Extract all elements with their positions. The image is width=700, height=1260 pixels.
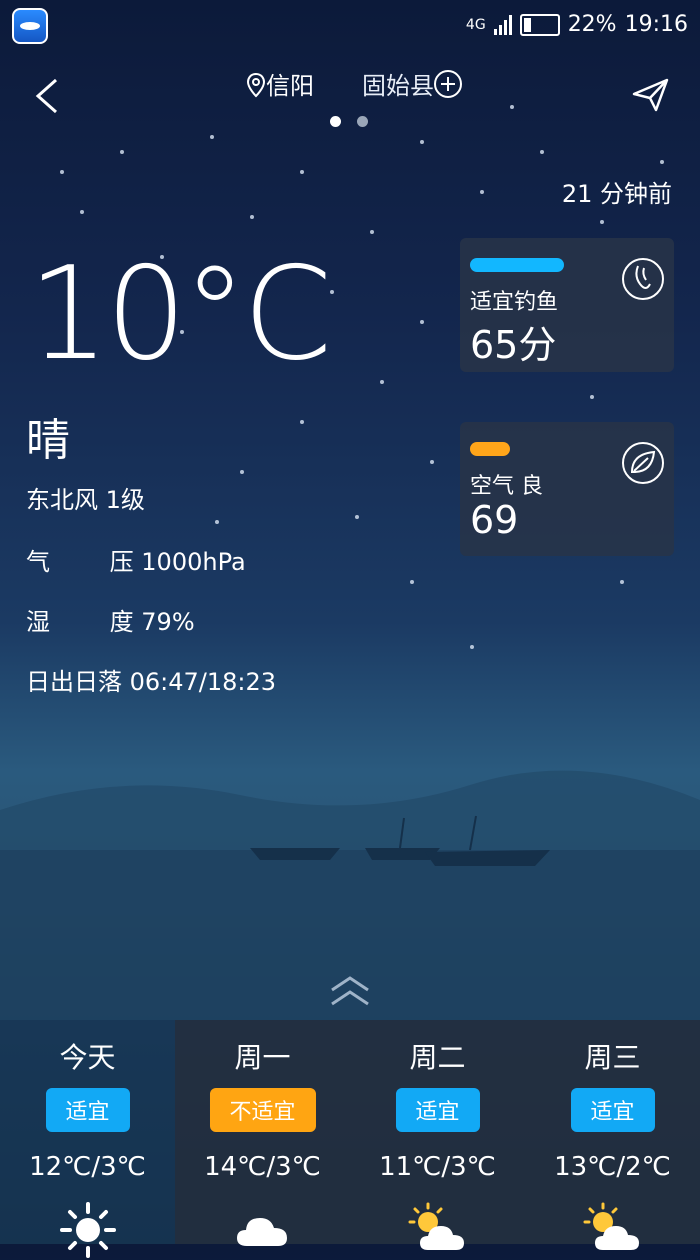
cloud-icon — [236, 1218, 287, 1246]
forecast-day-tue[interactable]: 周二 适宜 11℃/3℃ — [350, 1020, 525, 1250]
forecast-day-mon[interactable]: 周一 不适宜 14℃/3℃ — [175, 1020, 350, 1246]
air-quality-bar — [470, 442, 510, 456]
partly-cloudy-icon — [583, 1202, 639, 1250]
page-dot-1 — [330, 116, 341, 127]
share-icon[interactable] — [632, 78, 670, 112]
forecast-day-wed[interactable]: 周三 适宜 13℃/2℃ — [525, 1020, 700, 1250]
humidity-row: 湿 度 79% — [26, 602, 195, 637]
signal-icon — [493, 14, 512, 35]
air-quality-label: 空气 良 — [470, 474, 543, 499]
pressure-label-2: 压 — [109, 548, 134, 576]
battery-icon — [519, 13, 560, 36]
fishing-hook-icon — [622, 258, 664, 300]
forecast-day-today[interactable]: 今天 适宜 12℃/3℃ — [0, 1020, 175, 1258]
forecast-temp-range: 14℃/3℃ — [204, 1152, 321, 1182]
forecast-day-label: 周二 — [409, 1041, 466, 1074]
city-tab-next[interactable]: 固始县 — [362, 66, 442, 101]
location-pin-icon — [246, 72, 266, 98]
pressure-value: 1000hPa — [141, 548, 246, 576]
forecast-temp-range: 13℃/2℃ — [554, 1152, 671, 1182]
fishing-status-badge: 适宜 — [395, 1088, 480, 1132]
forecast-day-label: 今天 — [59, 1041, 116, 1074]
humidity-value: 79% — [141, 608, 195, 636]
clock: 19:16 — [624, 12, 688, 37]
city-tab-current[interactable]: 信阳 — [246, 66, 314, 101]
app-logo — [12, 8, 48, 44]
expand-up-icon[interactable] — [328, 974, 372, 1008]
humidity-label-2: 度 — [109, 608, 134, 636]
air-quality-value: 69 — [470, 498, 519, 542]
fishing-label: 适宜钓鱼 — [470, 290, 559, 315]
add-city-icon[interactable] — [432, 68, 464, 100]
page-dot-2 — [357, 116, 368, 127]
fishing-index-card[interactable]: 适宜钓鱼 65分 — [460, 238, 674, 372]
weather-condition: 晴 — [26, 415, 70, 466]
city-name-next: 固始县 — [362, 72, 434, 100]
leaf-icon — [622, 442, 664, 484]
forecast-day-label: 周一 — [234, 1041, 291, 1074]
sun-icon — [59, 1202, 116, 1258]
humidity-label-1: 湿 — [26, 608, 50, 636]
fishing-status-badge: 不适宜 — [209, 1088, 316, 1132]
forecast-strip: 今天 适宜 12℃/3℃ 周一 不适宜 14℃/3℃ 周二 适宜 11℃/3℃ — [0, 1020, 700, 1258]
forecast-temp-range: 11℃/3℃ — [379, 1152, 496, 1182]
air-quality-card[interactable]: 空气 良 69 — [460, 422, 674, 556]
status-bar: 4G 22% 19:16 — [0, 0, 700, 56]
sun-label: 日出日落 — [26, 668, 122, 696]
sunrise-sunset-row: 日出日落 06:47/18:23 — [26, 662, 276, 697]
status-indicators: 4G 22% 19:16 — [466, 12, 688, 37]
fishing-score: 65分 — [470, 323, 557, 367]
sun-value: 06:47/18:23 — [129, 668, 277, 696]
network-type: 4G — [465, 16, 486, 33]
city-name-current: 信阳 — [266, 72, 314, 100]
pressure-label-1: 气 — [26, 548, 50, 576]
page-indicator — [330, 116, 368, 127]
lake-scenery — [0, 770, 700, 1020]
wind-info: 东北风 1级 — [26, 486, 145, 514]
battery-percent: 22% — [567, 12, 617, 37]
fishing-index-bar — [470, 258, 564, 272]
pressure-row: 气 压 1000hPa — [26, 542, 246, 577]
back-arrow-icon[interactable] — [34, 78, 60, 114]
forecast-day-label: 周三 — [584, 1041, 641, 1074]
update-time: 21 分钟前 — [561, 180, 672, 208]
fishing-status-badge: 适宜 — [570, 1088, 655, 1132]
partly-cloudy-icon — [408, 1202, 464, 1250]
forecast-temp-range: 12℃/3℃ — [29, 1152, 146, 1182]
current-temperature: 10°C — [28, 240, 332, 389]
fishing-status-badge: 适宜 — [45, 1088, 130, 1132]
